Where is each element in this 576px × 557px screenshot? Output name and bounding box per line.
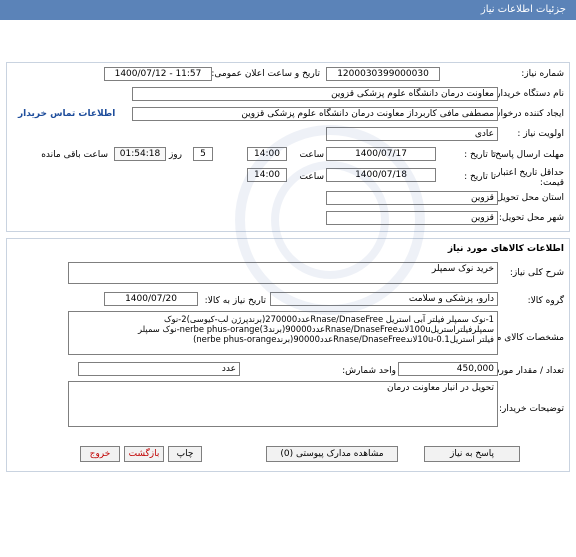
validity-to-date-label: تا تاریخ : [464,172,496,182]
creator-field: مصطفی مافی کاربرداز معاونت درمان دانشگاه… [132,107,498,121]
print-button[interactable]: چاپ [168,446,202,462]
announce-label: تاریخ و ساعت اعلان عمومی: [211,69,320,79]
validity-label: حداقل تاریخ اعتبار قیمت: [496,168,564,188]
reply-button[interactable]: پاسخ به نیاز [424,446,520,462]
qty-field: 450,000 [398,362,498,376]
page-header: جزئیات اطلاعات نیاز [0,0,576,20]
buyer-label: نام دستگاه خریدار: [493,89,564,99]
back-button[interactable]: بازگشت [124,446,164,462]
city-label: شهر محل تحویل: [498,213,564,223]
exit-button[interactable]: خروج [80,446,120,462]
remaining-label: ساعت باقی مانده [41,150,108,160]
attachments-button[interactable]: مشاهده مدارک پیوستی (0) [266,446,398,462]
province-label: استان محل تحویل: [493,193,564,203]
contact-buyer-link[interactable]: اطلاعات تماس خریدار [18,109,115,119]
deadline-to-date-label: تا تاریخ : [464,150,496,160]
unit-field: عدد [78,362,240,376]
specs-line-3: فیلتر استریل0.1-10uلاندRnase/DnaseFreeعد… [193,334,494,344]
remaining-time-field: 01:54:18 [114,147,166,161]
unit-label: واحد شمارش: [342,366,396,376]
notes-field: تحویل در انبار معاونت درمان [68,381,498,427]
page-title: جزئیات اطلاعات نیاز [480,4,566,15]
watermark-logo-icon [235,125,425,315]
need-date-field: 1400/07/20 [104,292,198,306]
group-label: گروه کالا: [527,296,564,306]
goods-section-title: اطلاعات کالاهای مورد نیاز [447,244,564,254]
summary-label: شرح کلی نیاز: [509,268,564,278]
need-number-field: 1200030399000030 [326,67,440,81]
buyer-field: معاونت درمان دانشگاه علوم پزشکی قزوین [132,87,498,101]
announce-field: 1400/07/12 - 11:57 [104,67,212,81]
priority-label: اولویت نیاز : [517,129,564,139]
days-field: 5 [193,147,213,161]
specs-line-2: سمپلرفیلتراستریل100uلاندRnase/DnaseFreeع… [138,324,494,334]
notes-label: توضیحات خریدار: [498,404,564,414]
need-number-label: شماره نیاز: [521,69,564,79]
deadline-label: مهلت ارسال پاسخ: [492,150,564,160]
